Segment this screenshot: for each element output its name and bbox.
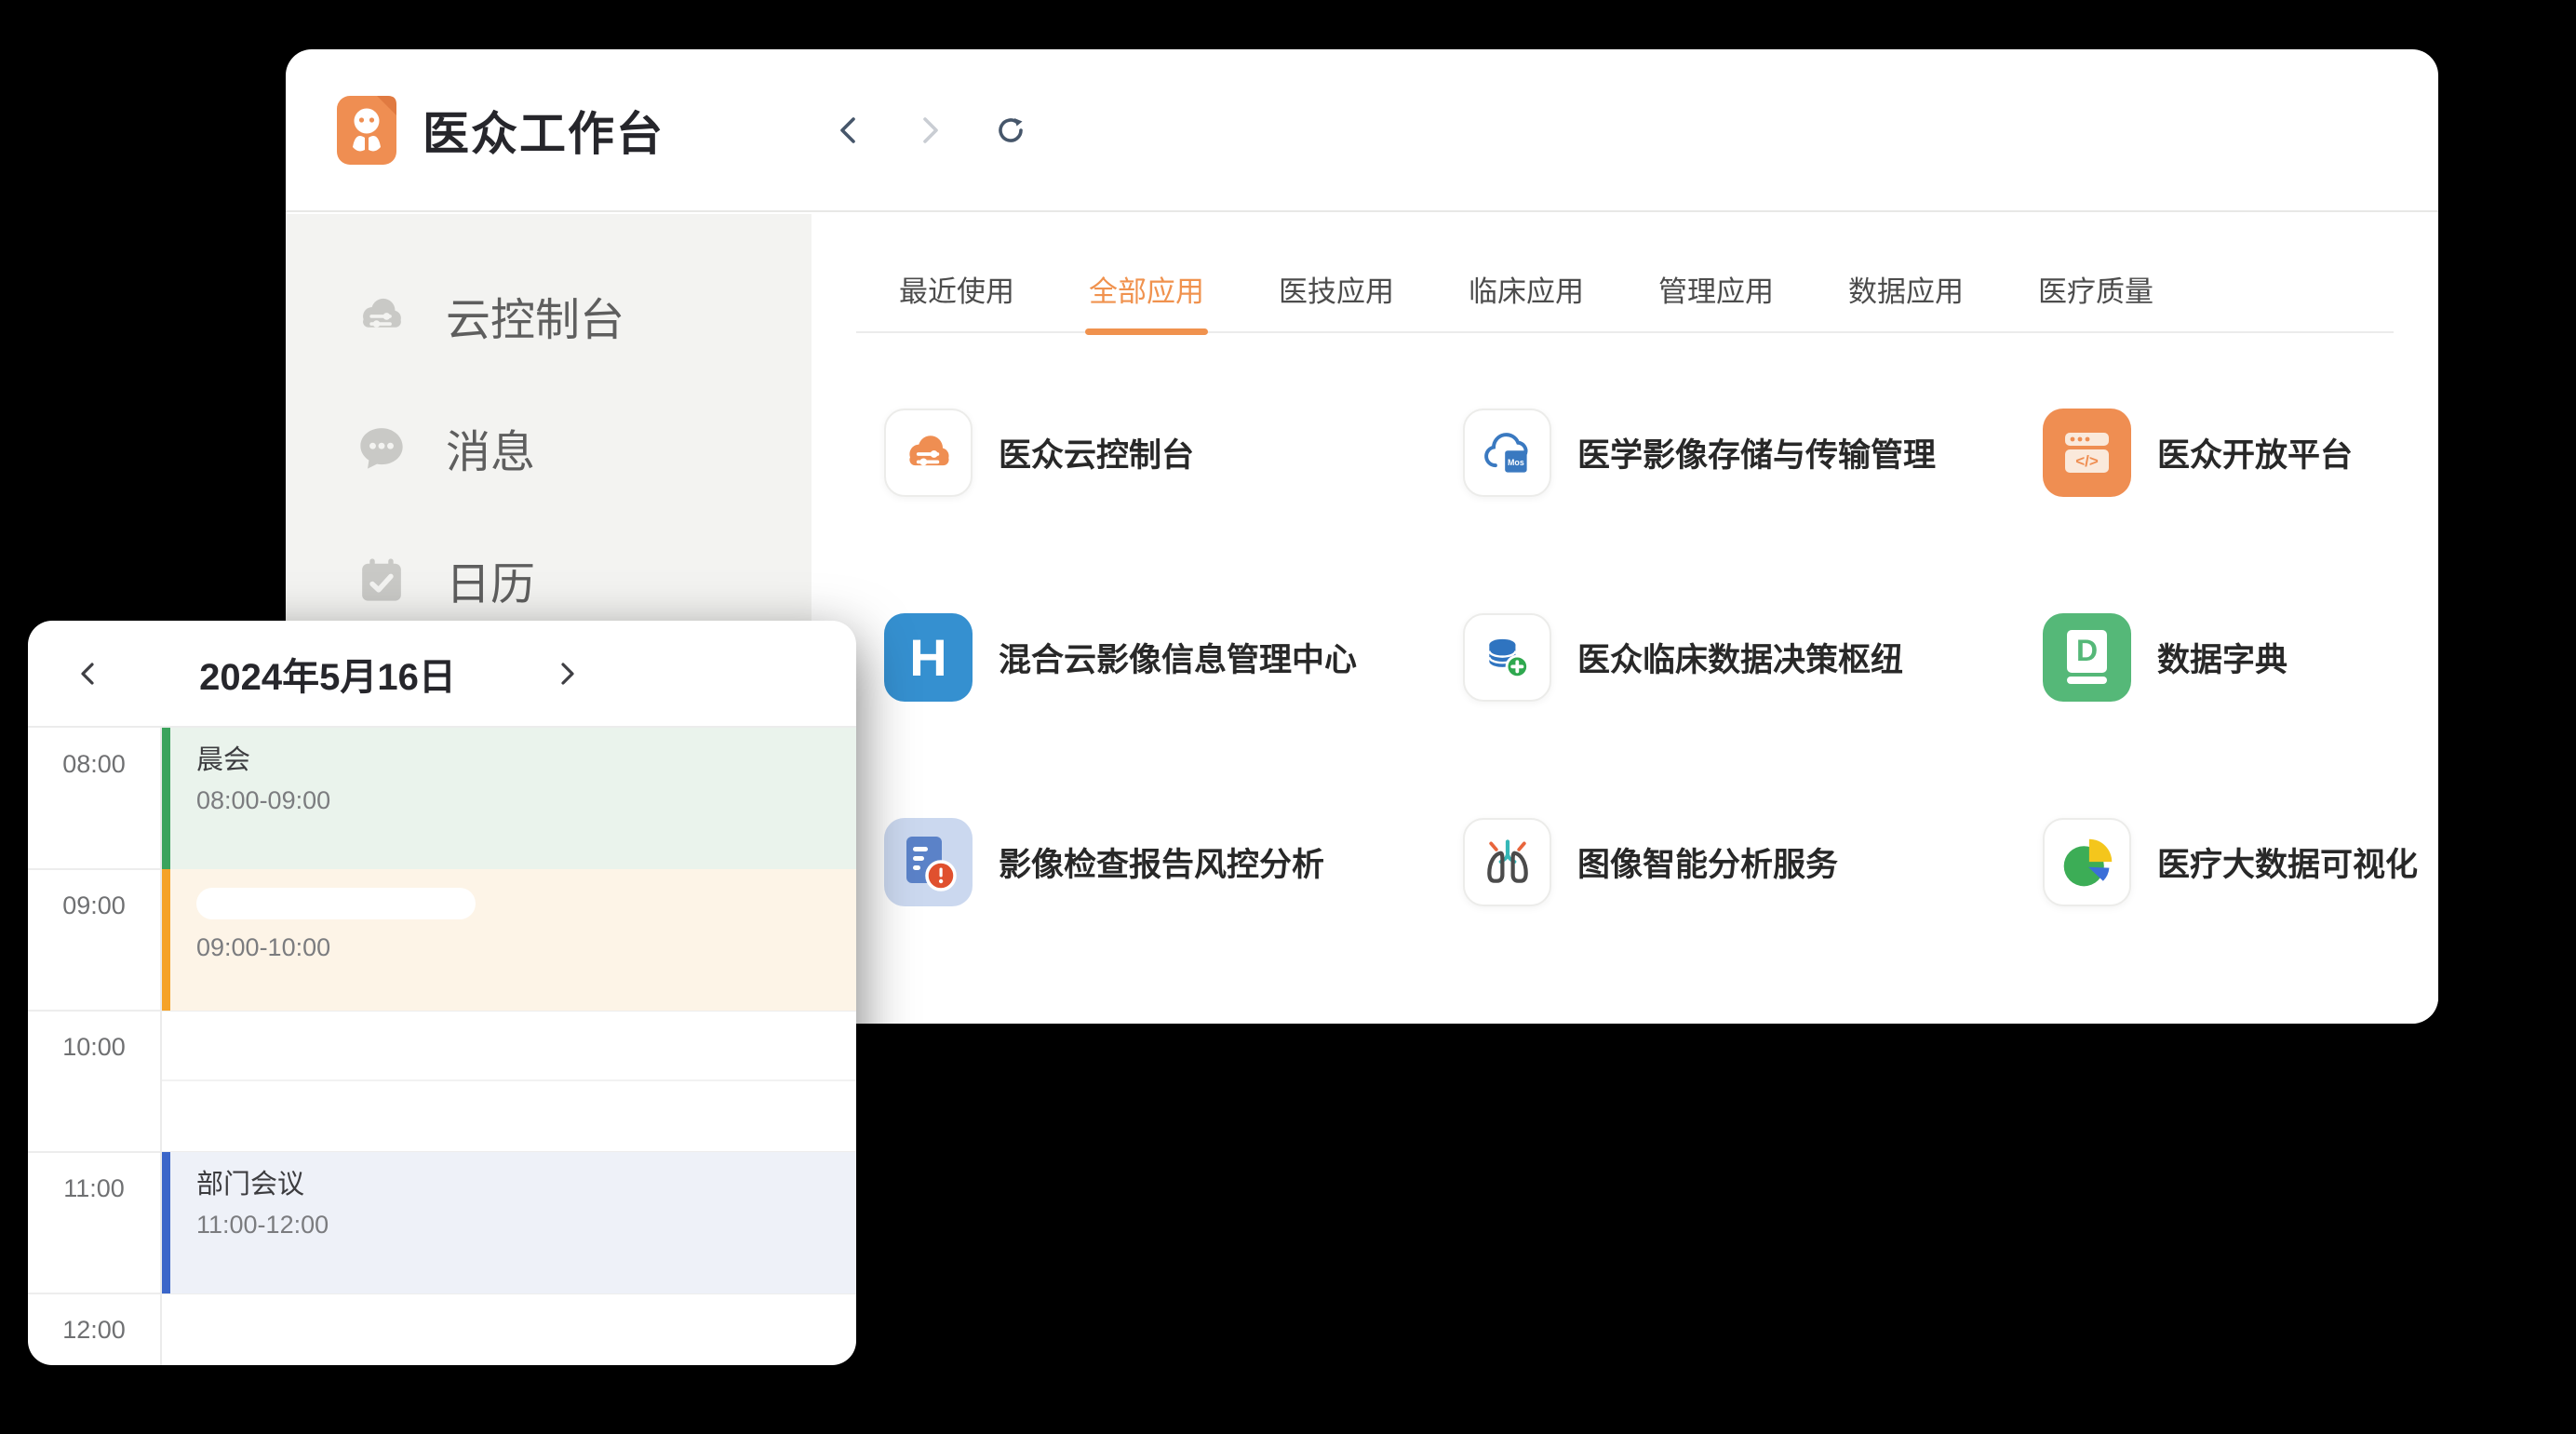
tab-medtech-apps[interactable]: 医技应用 <box>1279 272 1394 331</box>
tab-all-apps[interactable]: 全部应用 <box>1089 272 1204 331</box>
tab-bar: 最近使用 全部应用 医技应用 临床应用 管理应用 数据应用 医疗质量 <box>856 272 2394 333</box>
message-icon <box>355 421 409 475</box>
code-window-icon: </> <box>2043 409 2131 497</box>
event-title: 部门会议 <box>196 1165 856 1204</box>
forward-button[interactable] <box>911 112 948 149</box>
lungs-icon <box>1480 835 1536 891</box>
calendar-prev-button[interactable] <box>73 658 104 690</box>
sidebar-item-cloud-console[interactable]: 云控制台 <box>286 249 812 382</box>
cloud-mos-icon: Mos <box>1480 425 1536 481</box>
content-area: 最近使用 全部应用 医技应用 临床应用 管理应用 数据应用 医疗质量 <box>812 214 2438 1024</box>
tab-management-apps[interactable]: 管理应用 <box>1658 272 1774 331</box>
cloud-settings-icon <box>901 425 957 481</box>
cloud-settings-icon <box>355 288 409 342</box>
app-label: 医众开放平台 <box>2157 429 2353 476</box>
app-imaging-storage[interactable]: Mos 医学影像存储与传输管理 <box>1463 409 2043 497</box>
app-icon-frame: Mos <box>1463 409 1551 497</box>
app-icon-frame <box>884 409 973 497</box>
event-time: 09:00-10:00 <box>196 929 856 966</box>
app-icon-frame: H <box>884 613 973 702</box>
sidebar-item-label: 消息 <box>446 415 535 480</box>
tab-data-apps[interactable]: 数据应用 <box>1848 272 1964 331</box>
calendar-event-untitled[interactable]: 09:00-10:00 <box>162 869 856 1011</box>
time-label: 10:00 <box>28 1011 160 1062</box>
app-image-ai-analysis[interactable]: 图像智能分析服务 <box>1463 818 2043 906</box>
time-label: 11:00 <box>28 1152 160 1203</box>
sidebar-item-label: 云控制台 <box>446 283 624 348</box>
pie-chart-icon <box>2059 835 2115 891</box>
app-icon-frame <box>1463 818 1551 906</box>
desktop: { "colors": { "brand_orange": "#EF8E52",… <box>0 0 2576 1434</box>
tab-clinical-apps[interactable]: 临床应用 <box>1469 272 1584 331</box>
app-label: 医众云控制台 <box>999 429 1194 476</box>
app-label: 医学影像存储与传输管理 <box>1577 429 1936 476</box>
database-plus-icon <box>1480 630 1536 686</box>
sidebar-item-messages[interactable]: 消息 <box>286 382 812 514</box>
app-big-data-visualization[interactable]: 医疗大数据可视化 <box>2043 818 2438 906</box>
calendar-date-title: 2024年5月16日 <box>123 647 532 701</box>
refresh-button[interactable] <box>992 112 1029 149</box>
app-open-platform[interactable]: </> 医众开放平台 <box>2043 409 2438 497</box>
dictionary-book-icon: D <box>2043 613 2131 702</box>
calendar-event-morning-meeting[interactable]: 晨会 08:00-09:00 <box>162 728 856 869</box>
calendar-panel: 2024年5月16日 08:00 09:00 10:00 11:00 12:00… <box>28 621 856 1365</box>
sidebar-item-label: 日历 <box>446 547 535 612</box>
app-label: 医众临床数据决策枢纽 <box>1577 634 1903 681</box>
mos-badge-text: Mos <box>1508 458 1524 467</box>
time-label: 12:00 <box>28 1293 160 1345</box>
calendar-header: 2024年5月16日 <box>28 621 856 728</box>
app-label: 数据字典 <box>2157 634 2288 681</box>
calendar-body: 08:00 09:00 10:00 11:00 12:00 晨会 08:00-0… <box>28 728 856 1365</box>
calendar-event-department-meeting[interactable]: 部门会议 11:00-12:00 <box>162 1152 856 1293</box>
app-icon-frame: </> <box>2043 409 2131 497</box>
active-tab-underline <box>1085 328 1208 335</box>
h-badge-text: H <box>909 627 946 688</box>
app-label: 医疗大数据可视化 <box>2157 838 2418 886</box>
calendar-icon <box>355 553 409 607</box>
nav-controls <box>830 49 1029 210</box>
event-time: 08:00-09:00 <box>196 782 856 819</box>
event-time: 11:00-12:00 <box>196 1206 856 1243</box>
app-hybrid-cloud-imaging[interactable]: H 混合云影像信息管理中心 <box>884 613 1463 702</box>
window-title: 医众工作台 <box>423 97 664 164</box>
app-icon-frame: D <box>2043 613 2131 702</box>
calendar-next-button[interactable] <box>551 658 583 690</box>
window-header: 医众工作台 <box>286 49 2438 210</box>
app-cloud-console[interactable]: 医众云控制台 <box>884 409 1463 497</box>
app-icon-frame <box>1463 613 1551 702</box>
time-label: 09:00 <box>28 869 160 920</box>
app-icon-frame <box>2043 818 2131 906</box>
app-data-dictionary[interactable]: D 数据字典 <box>2043 613 2438 702</box>
tab-medical-quality[interactable]: 医疗质量 <box>2038 272 2153 331</box>
app-grid: 医众云控制台 Mos 医学影像存储与传输管理 <box>884 409 2438 1023</box>
d-badge-text: D <box>2076 634 2098 667</box>
report-warning-icon <box>884 818 973 906</box>
event-title: 晨会 <box>196 741 856 780</box>
app-icon-frame <box>884 818 973 906</box>
app-label: 影像检查报告风控分析 <box>999 838 1324 886</box>
half-hour-gridline <box>162 1079 856 1081</box>
app-label: 混合云影像信息管理中心 <box>999 634 1357 681</box>
back-button[interactable] <box>830 112 867 149</box>
app-clinical-data-hub[interactable]: 医众临床数据决策枢纽 <box>1463 613 2043 702</box>
app-report-risk-analysis[interactable]: 影像检查报告风控分析 <box>884 818 1463 906</box>
tab-recent[interactable]: 最近使用 <box>899 272 1014 331</box>
time-label: 08:00 <box>28 728 160 779</box>
event-title-placeholder <box>196 888 476 919</box>
code-badge-text: </> <box>2075 452 2099 470</box>
app-label: 图像智能分析服务 <box>1577 838 1838 886</box>
app-logo-icon <box>337 96 396 165</box>
